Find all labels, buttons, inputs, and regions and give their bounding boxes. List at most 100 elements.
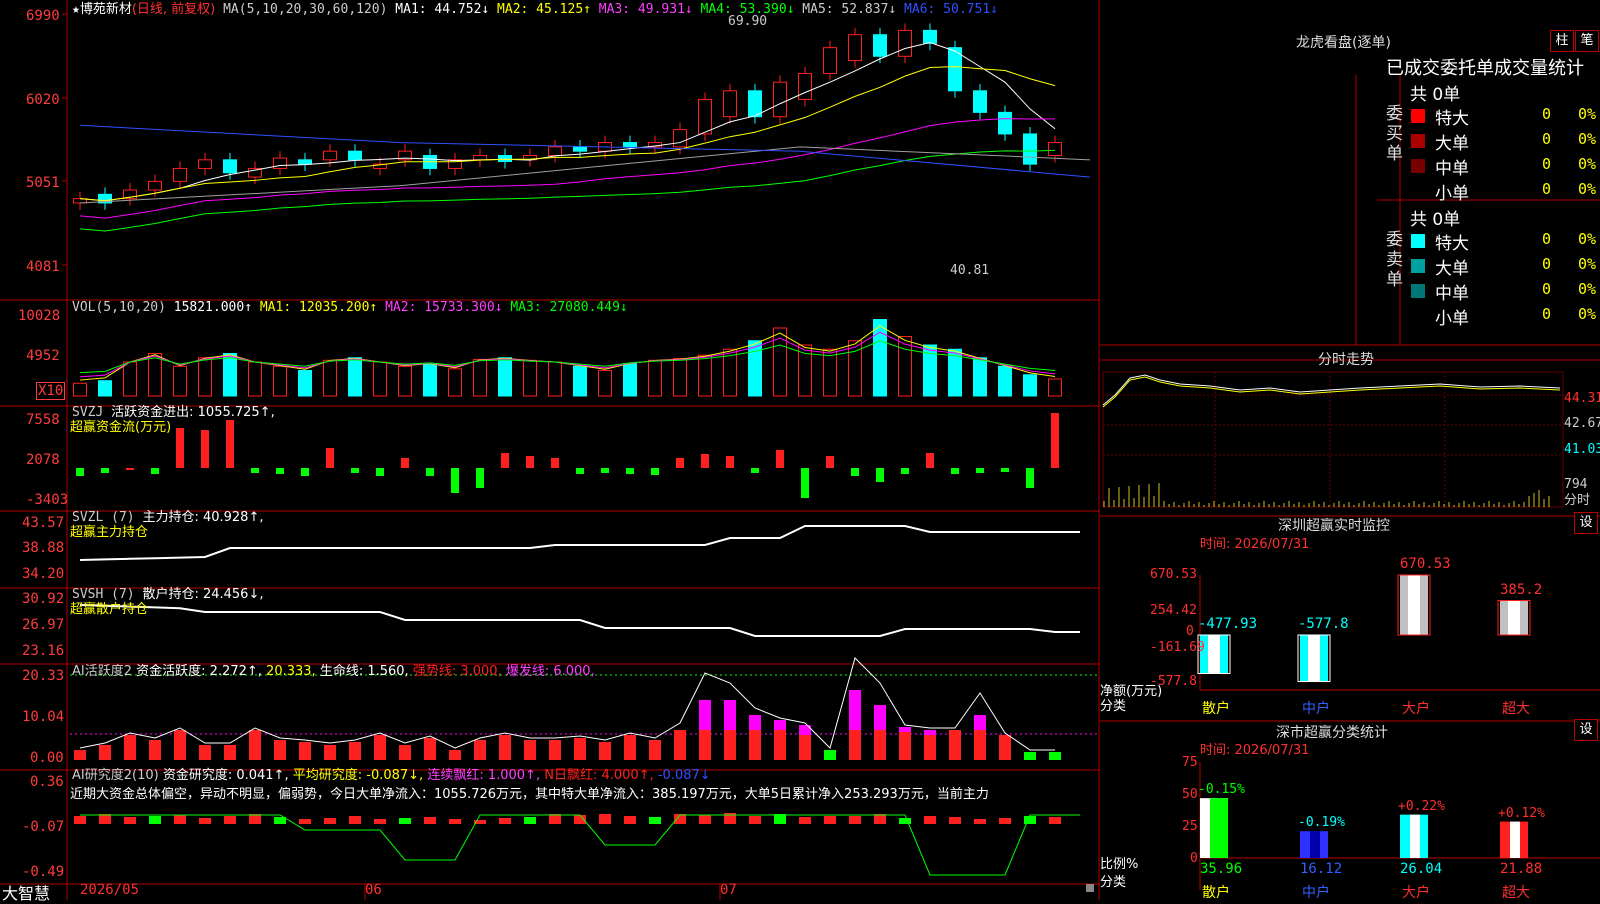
szclass-change: -0.15%	[1198, 782, 1245, 798]
aihy-bar-strong	[699, 700, 711, 730]
lhb-title: 龙虎看盘(逐单)	[1296, 35, 1391, 51]
aihy-e: 爆发线: 6.000,	[505, 664, 595, 679]
candle-body	[198, 159, 212, 169]
aiyj-bars	[74, 813, 1080, 876]
svsh-axis-1: 30.92	[22, 591, 65, 607]
svsh-title: 散户持仓: 24.456↓,	[142, 587, 264, 602]
lhb-tabs[interactable]: 已成交委托单成交量统计	[1386, 54, 1600, 80]
legend-swatch	[1411, 234, 1425, 248]
candle-body	[973, 90, 987, 113]
legend-swatch	[1411, 309, 1425, 323]
candle-body	[673, 129, 687, 148]
aiyj-bar	[74, 816, 86, 824]
volume-bar	[223, 353, 237, 397]
svzj-bar	[601, 468, 609, 473]
intraday-avg-line	[1102, 376, 1561, 408]
vol-header: VOL(5,10,20) 15821.000↑ MA1: 12035.200↑ …	[72, 300, 628, 315]
tick-mode-button[interactable]: 笔	[1575, 30, 1599, 52]
svzl-axis-1: 43.57	[22, 515, 65, 531]
ma3-value: MA3: 49.931↓	[598, 2, 693, 17]
ma-params: MA(5,10,20,30,60,120)	[223, 2, 388, 17]
brand-logo[interactable]: 大智慧	[2, 880, 50, 904]
svzj-bar	[876, 468, 884, 482]
aiyj-bar	[599, 814, 611, 824]
svzj-title: 活跃资金进出: 1055.725↑,	[111, 405, 275, 420]
aihy-bar	[924, 735, 936, 760]
intraday-axis-2: 42.67	[1564, 416, 1600, 431]
szclass-axis-4: 0	[1190, 851, 1198, 866]
aihy-a: 资金活跃度: 2.272↑,	[136, 664, 262, 679]
volume-bar	[523, 359, 537, 397]
legend-swatch	[1411, 109, 1425, 123]
kline-axis-2: 6020	[26, 92, 60, 108]
szclass-change: +0.22%	[1398, 798, 1445, 814]
volume-bar	[798, 344, 812, 397]
order-count: 0	[1542, 180, 1552, 198]
aihy-bar	[674, 730, 686, 760]
candle-body	[348, 150, 362, 161]
vol-ma3: MA3: 27080.449↓	[510, 300, 628, 315]
bar-mode-button[interactable]: 柱	[1550, 30, 1574, 52]
svzj-label: SVZJ	[72, 405, 104, 420]
szmon-bar-value: -577.8	[1298, 616, 1349, 632]
aiyj-bar	[224, 816, 236, 824]
period-label[interactable]: (日线, 前复权)	[132, 2, 215, 17]
order-count: 0	[1542, 280, 1552, 298]
szclass-time: 时间: 2026/07/31	[1200, 743, 1310, 758]
order-count: 0	[1542, 105, 1552, 123]
szmon-category: 超大	[1502, 701, 1530, 717]
svzj-bar	[776, 450, 784, 468]
aihy-header: AI活跃度2 资金活跃度: 2.272↑, 20.333, 生命线: 1.560…	[72, 664, 595, 679]
aiyj-bar	[974, 819, 986, 824]
order-count: 0	[1542, 230, 1552, 248]
aihy-bar	[99, 745, 111, 760]
szclass-bar	[1500, 821, 1528, 858]
svzj-bar	[751, 468, 759, 473]
volume-bar	[748, 340, 762, 397]
aihy-bar	[549, 740, 561, 760]
aiyj-bar	[849, 816, 861, 824]
aihy-bar	[399, 745, 411, 760]
aiyj-bar	[649, 817, 661, 824]
szmon-bar-value: 670.53	[1400, 556, 1451, 572]
main-chart-area[interactable]	[0, 0, 1100, 900]
aiyj-bar	[699, 815, 711, 824]
volume-bar	[273, 365, 287, 397]
kline-low-label: 40.81	[950, 263, 990, 278]
svzj-bar	[551, 458, 559, 468]
szmon-time: 时间: 2026/07/31	[1200, 537, 1310, 552]
volume-bar	[473, 358, 487, 397]
lock-icon[interactable]	[1086, 884, 1094, 892]
svzj-bar	[951, 468, 959, 474]
szmon-settings-button[interactable]: 设	[1574, 512, 1598, 534]
candle-body	[848, 34, 862, 62]
svsh-axis-2: 26.97	[22, 617, 65, 633]
candle-body	[498, 155, 512, 163]
svsh-subtitle: 超赢散户持仓	[70, 602, 149, 617]
svzl-axis-2: 38.88	[22, 540, 65, 556]
volume-bar	[248, 361, 262, 397]
order-percent: 0%	[1578, 305, 1597, 323]
szclass-category: 超大	[1502, 885, 1530, 901]
szclass-change: -0.19%	[1298, 815, 1345, 831]
kline-axis-3: 5051	[26, 175, 60, 191]
order-count: 0	[1542, 155, 1552, 173]
aiyj-bar	[624, 816, 636, 824]
svzj-bar	[451, 468, 459, 493]
aihy-bar	[174, 730, 186, 760]
szmon-bar-value: -477.93	[1198, 616, 1258, 632]
order-count: 0	[1542, 255, 1552, 273]
star-icon[interactable]: ★	[72, 2, 80, 17]
volume-bar	[648, 359, 662, 397]
aihy-bar	[699, 730, 711, 760]
stock-name: 博苑新材	[79, 2, 132, 17]
szmon-ylabel: 净额(万元)	[1100, 684, 1163, 699]
szclass-settings-button[interactable]: 设	[1574, 719, 1598, 741]
volume-bar	[448, 368, 462, 397]
svzj-header: SVZJ 活跃资金进出: 1055.725↑,	[72, 405, 275, 420]
szmon-category: 散户	[1202, 701, 1230, 717]
aihy-label: AI活跃度2	[72, 664, 132, 679]
aihy-bar-strong	[974, 715, 986, 730]
aihy-bar-strong	[749, 715, 761, 730]
svzl-line	[79, 525, 1080, 561]
